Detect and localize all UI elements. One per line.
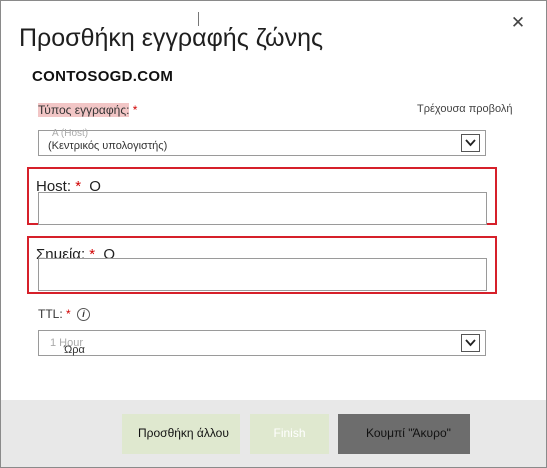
host-input[interactable] xyxy=(38,192,487,225)
dialog-title: Προσθήκη εγγραφής ζώνης xyxy=(19,24,324,52)
close-icon[interactable]: ✕ xyxy=(509,14,527,32)
finish-button[interactable]: Finish xyxy=(250,414,329,454)
required-mark: * xyxy=(132,103,138,117)
ttl-value: Ώρα xyxy=(64,344,85,356)
points-to-callout: Σημεία: * Ο xyxy=(27,236,497,294)
add-another-button[interactable]: Προσθήκη άλλου xyxy=(122,414,240,454)
required-mark: * xyxy=(66,307,71,321)
record-type-label: Τύπος εγγραφής: xyxy=(38,103,130,117)
chevron-down-icon[interactable] xyxy=(461,134,480,152)
record-type-value: (Κεντρικός υπολογιστής) xyxy=(48,140,168,152)
record-type-label-row: Τύπος εγγραφής: * xyxy=(38,103,137,117)
ttl-select[interactable]: 1 Hour Ώρα xyxy=(38,330,486,356)
record-type-ghost-value: A (Host) xyxy=(52,128,89,139)
zone-name: CONTOSOGD.COM xyxy=(32,68,174,85)
ttl-label: TTL: xyxy=(38,307,63,321)
record-type-select[interactable]: A (Host) (Κεντρικός υπολογιστής) xyxy=(38,128,486,156)
points-to-input[interactable] xyxy=(38,258,487,291)
cancel-button[interactable]: Κουμπί "Άκυρο" xyxy=(338,414,470,454)
ttl-label-row: TTL: * i xyxy=(38,307,91,322)
current-view-link[interactable]: Τρέχουσα προβολή xyxy=(417,103,513,115)
info-icon[interactable]: i xyxy=(77,308,91,322)
dialog-footer: Προσθήκη άλλου Finish Κουμπί "Άκυρο" xyxy=(1,400,546,467)
host-callout: Host: * Ο xyxy=(27,167,497,225)
chevron-down-icon[interactable] xyxy=(461,334,480,352)
